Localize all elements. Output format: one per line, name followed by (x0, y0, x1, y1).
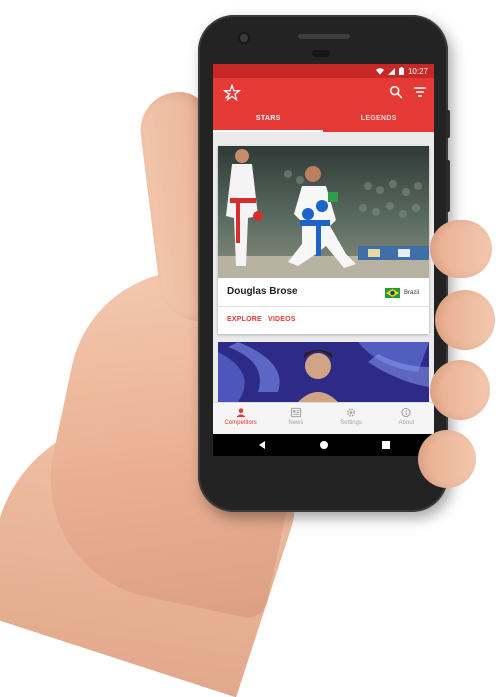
nav-competitors[interactable]: Competitors (213, 403, 268, 435)
hand-finger-4 (418, 430, 476, 488)
tab-bar: STARS LEGENDS (213, 108, 434, 132)
status-bar: 10:27 (213, 64, 434, 78)
recents-icon[interactable] (381, 440, 391, 450)
nav-about-label: About (398, 420, 415, 426)
signal-icon (387, 67, 395, 75)
gear-icon (347, 408, 356, 417)
brazil-flag-icon (385, 288, 400, 298)
star-logo-icon[interactable] (223, 84, 241, 102)
athlete-card-next[interactable] (218, 342, 429, 402)
hand-finger-1 (430, 220, 492, 278)
athlete-card[interactable]: Douglas Brose Brazil EXPLORE VIDEOS (218, 146, 429, 334)
power-button (446, 110, 450, 138)
nav-competitors-label: Competitors (224, 420, 257, 426)
tab-stars[interactable]: STARS (213, 108, 324, 132)
card-title-row: Douglas Brose Brazil (218, 278, 429, 306)
athlete-country: Brazil (404, 290, 420, 296)
tab-legends[interactable]: LEGENDS (324, 108, 435, 132)
system-navigation-bar (213, 434, 434, 456)
hand-finger-2 (435, 290, 495, 350)
wifi-icon (375, 67, 384, 75)
back-icon[interactable] (257, 440, 267, 450)
videos-button[interactable]: VIDEOS (268, 316, 296, 323)
home-icon[interactable] (319, 440, 329, 450)
person-icon (236, 408, 246, 418)
nav-settings[interactable]: Settings (324, 403, 379, 435)
status-time: 10:27 (407, 66, 428, 76)
active-tab-indicator (213, 130, 323, 132)
nav-settings-label: Settings (340, 420, 362, 426)
filter-icon[interactable] (412, 84, 428, 100)
app-bar (213, 78, 434, 108)
search-icon[interactable] (388, 84, 404, 100)
battery-icon (398, 67, 404, 75)
athlete-photo (218, 146, 429, 278)
nav-about[interactable]: About (379, 403, 434, 435)
explore-button[interactable]: EXPLORE (227, 316, 262, 323)
earpiece-speaker (298, 34, 350, 39)
front-camera (240, 34, 248, 42)
athlete-name: Douglas Brose (227, 286, 298, 297)
nav-news-label: News (288, 420, 304, 426)
volume-button (446, 160, 450, 212)
phone-screen: 10:27 STARS LEGENDS Douglas Brose Brazil… (213, 64, 434, 456)
hand-finger-3 (430, 360, 490, 420)
bottom-navigation: Competitors News Settings About (213, 402, 434, 435)
info-icon (401, 407, 412, 418)
card-divider (218, 306, 429, 307)
proximity-sensor (312, 50, 330, 57)
news-icon (290, 407, 302, 418)
nav-news[interactable]: News (268, 403, 323, 435)
